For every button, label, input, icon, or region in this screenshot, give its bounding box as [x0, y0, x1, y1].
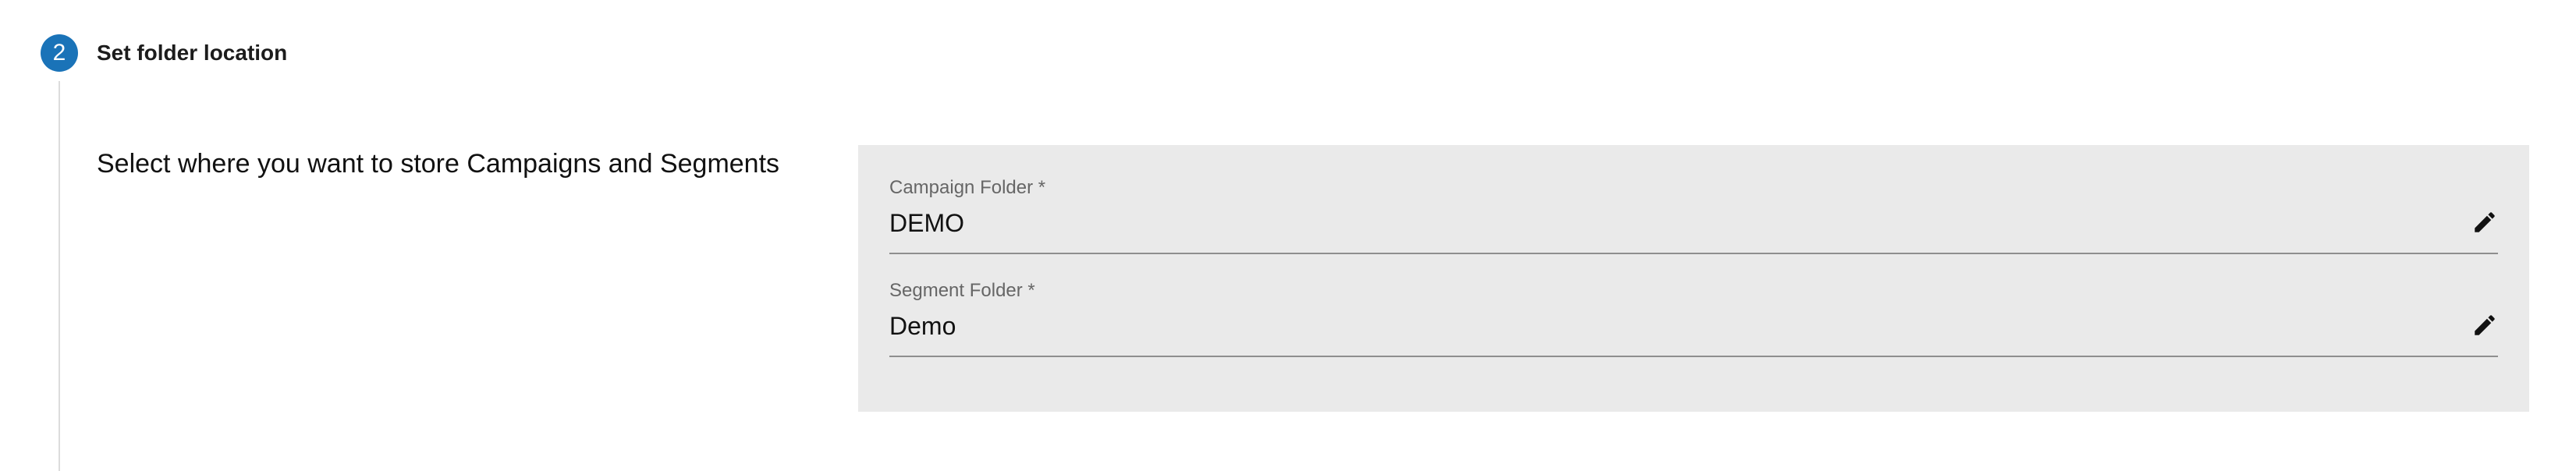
pencil-icon[interactable]	[2471, 209, 2498, 236]
segment-folder-value: Demo	[889, 312, 956, 340]
campaign-folder-field[interactable]: Campaign Folder * DEMO	[889, 176, 2498, 254]
folder-location-description: Select where you want to store Campaigns…	[97, 149, 780, 179]
campaign-folder-label: Campaign Folder *	[889, 177, 1046, 198]
step-number-badge: 2	[41, 34, 78, 72]
segment-folder-label: Segment Folder *	[889, 280, 1035, 301]
campaign-folder-value: DEMO	[889, 209, 964, 237]
step-rail	[59, 81, 60, 471]
pencil-icon[interactable]	[2471, 312, 2498, 338]
folder-settings-panel: Campaign Folder * DEMO Segment Folder * …	[858, 145, 2529, 412]
step-title: Set folder location	[97, 41, 288, 65]
segment-folder-field[interactable]: Segment Folder * Demo	[889, 279, 2498, 357]
